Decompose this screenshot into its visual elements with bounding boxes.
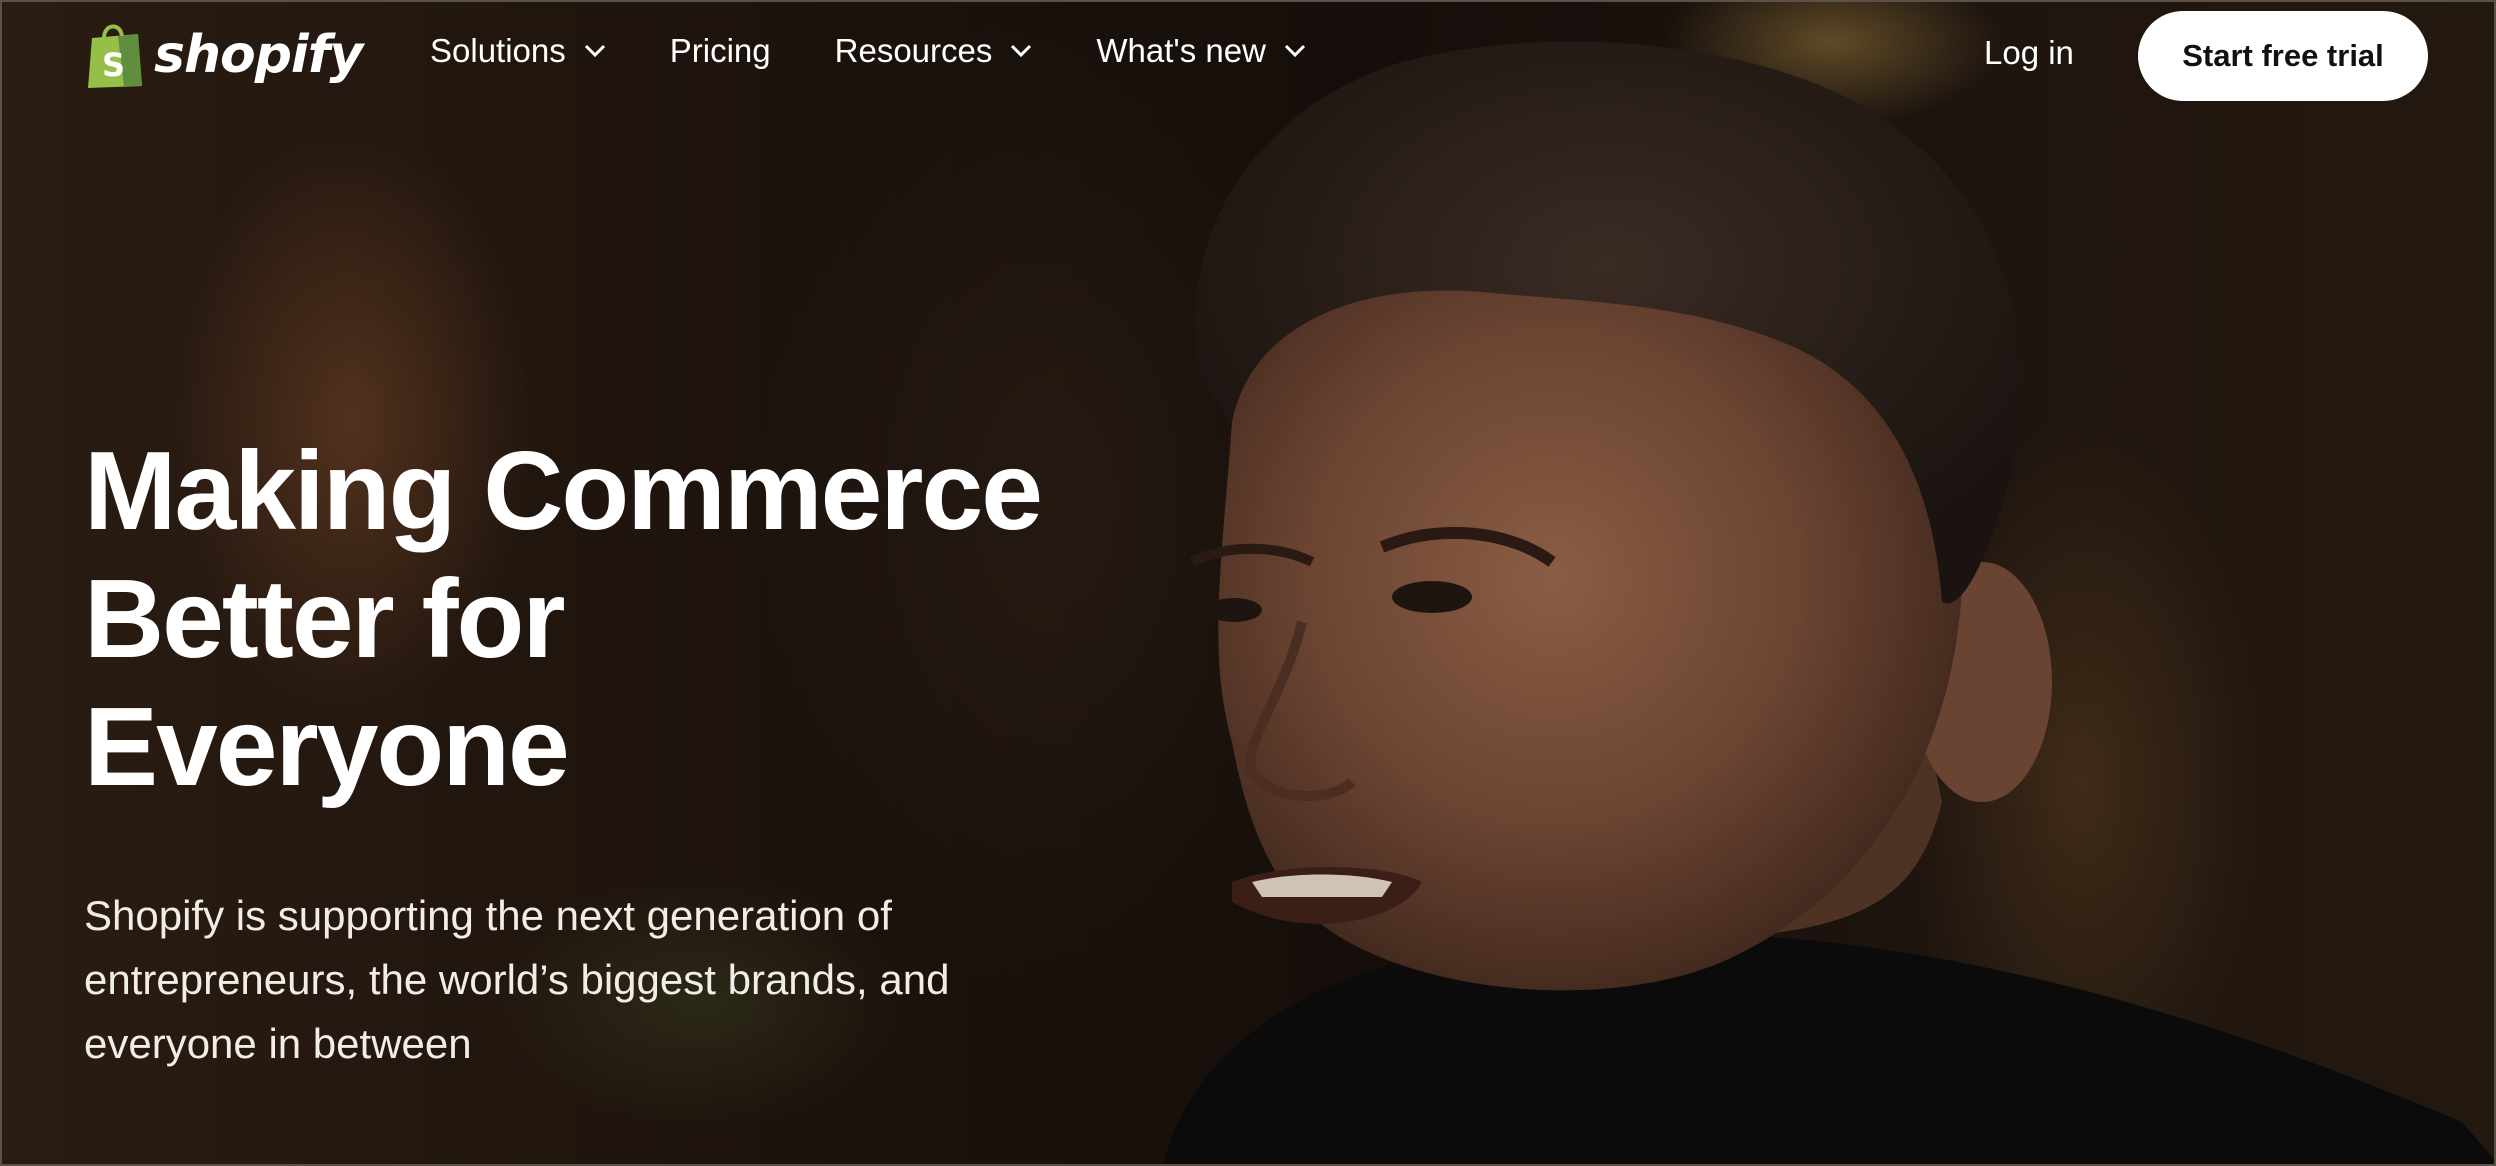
main-nav: Solutions Pricing Resources What's new <box>430 32 1370 70</box>
shopping-bag-icon: S <box>88 24 142 88</box>
nav-solutions-label: Solutions <box>430 32 566 69</box>
nav-pricing[interactable]: Pricing <box>670 32 771 70</box>
hero-subtext: Shopify is supporting the next generatio… <box>84 892 950 1067</box>
logo-wordmark: shopify <box>154 25 363 85</box>
nav-whats-new-label: What's new <box>1096 32 1266 69</box>
headline-line-2: Better for <box>84 557 566 681</box>
start-free-trial-button[interactable]: Start free trial <box>2138 11 2428 101</box>
nav-resources-label: Resources <box>834 32 993 69</box>
nav-whats-new[interactable]: What's new <box>1096 32 1306 70</box>
nav-resources[interactable]: Resources <box>835 32 1033 70</box>
nav-solutions[interactable]: Solutions <box>430 32 606 70</box>
login-link[interactable]: Log in <box>1984 34 2074 72</box>
hero-section: S shopify Solutions Pricing Resources Wh… <box>0 0 2496 1166</box>
chevron-down-icon <box>584 44 605 58</box>
headline-line-1: Making Commerce <box>84 429 1043 553</box>
shopify-logo[interactable]: S shopify <box>84 20 363 90</box>
nav-pricing-label: Pricing <box>669 32 771 69</box>
top-navigation-bar: S shopify Solutions Pricing Resources Wh… <box>2 2 2494 112</box>
chevron-down-icon <box>1284 44 1305 58</box>
chevron-down-icon <box>1011 44 1032 58</box>
svg-text:S: S <box>102 46 125 84</box>
headline-line-3: Everyone <box>84 685 570 809</box>
hero-headline: Making Commerce Better for Everyone <box>84 427 1084 811</box>
hero-video-person-image <box>1163 41 2494 1164</box>
